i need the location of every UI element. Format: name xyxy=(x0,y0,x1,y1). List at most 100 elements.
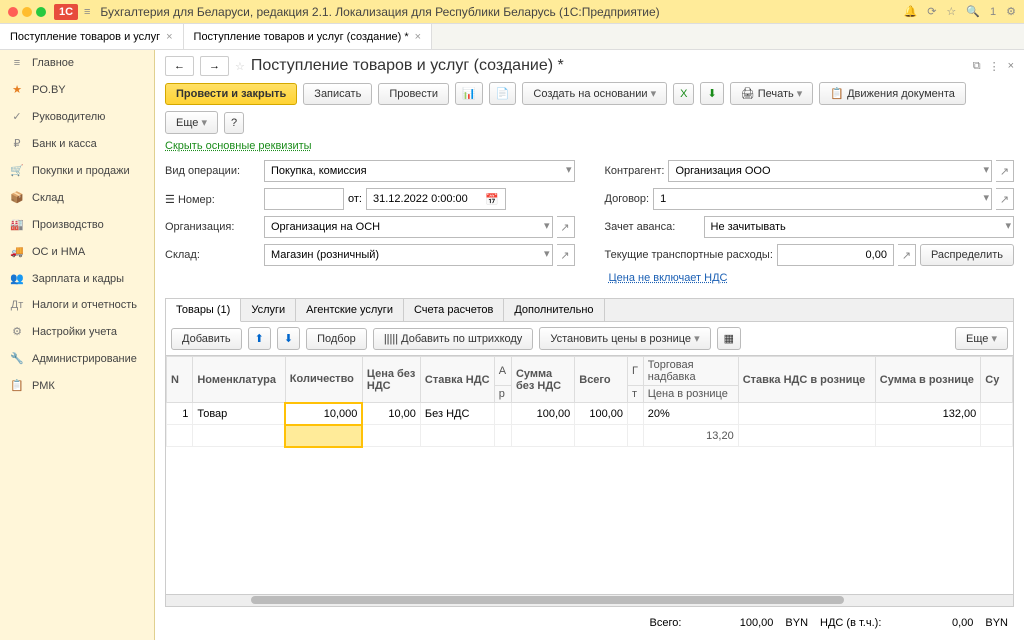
export-icon-button[interactable]: ⬇ xyxy=(700,82,723,105)
post-button[interactable]: Провести xyxy=(378,83,449,105)
nav-back[interactable]: ← xyxy=(165,56,194,76)
date-input[interactable]: 31.12.2022 0:00:00📅 xyxy=(366,188,506,210)
money-icon: ₽ xyxy=(10,137,24,150)
advance-select[interactable]: Не зачитывать▾ xyxy=(704,216,1015,238)
help-button[interactable]: ? xyxy=(224,112,244,134)
link-icon[interactable]: ⧉ xyxy=(973,60,981,73)
add-row-button[interactable]: Добавить xyxy=(171,328,242,350)
favorite-icon[interactable]: ☆ xyxy=(235,60,245,73)
row-up-button[interactable]: ⬆ xyxy=(248,327,271,350)
horizontal-scrollbar[interactable] xyxy=(165,595,1014,607)
table-row[interactable]: 1 Товар 10,000 10,00 Без НДС 100,00 100,… xyxy=(167,403,1013,425)
tab-label: Поступление товаров и услуг xyxy=(10,31,160,43)
sidebar-item-sales[interactable]: 🛒Покупки и продажи xyxy=(0,157,154,184)
traffic-max[interactable] xyxy=(36,7,46,17)
num-input[interactable] xyxy=(264,188,344,210)
hide-main-link[interactable]: Скрыть основные реквизиты xyxy=(165,140,312,152)
sidebar-item-production[interactable]: 🏭Производство xyxy=(0,211,154,238)
star-icon[interactable]: ☆ xyxy=(946,5,956,18)
traffic-close[interactable] xyxy=(8,7,18,17)
print-button[interactable]: 🖨 Печать xyxy=(730,82,814,105)
sidebar-item-bank[interactable]: ₽Банк и касса xyxy=(0,130,154,157)
contract-select[interactable]: 1▾ xyxy=(653,188,992,210)
col-retail-vat[interactable]: Ставка НДС в рознице xyxy=(738,357,875,403)
tab-additional[interactable]: Дополнительно xyxy=(504,299,604,321)
total-curr: BYN xyxy=(785,617,808,629)
cols-button[interactable]: ▦ xyxy=(717,327,741,350)
traffic-min[interactable] xyxy=(22,7,32,17)
menu-icon[interactable]: ≡ xyxy=(84,6,90,18)
doc-tab-1[interactable]: Поступление товаров и услуг × xyxy=(0,24,184,49)
movements-button[interactable]: 📋 Движения документа xyxy=(819,82,966,105)
more-menu-icon[interactable]: ⋮ xyxy=(989,60,1000,73)
wh-select[interactable]: Магазин (розничный)▾ xyxy=(264,244,553,266)
tab-goods[interactable]: Товары (1) xyxy=(166,299,241,322)
write-button[interactable]: Записать xyxy=(303,83,372,105)
factory-icon: 🏭 xyxy=(10,218,24,231)
sidebar-item-poby[interactable]: ★PO.BY xyxy=(0,76,154,103)
qty-cell-editing[interactable]: 10,000 xyxy=(285,403,362,425)
more-button[interactable]: Еще xyxy=(165,111,218,134)
col-retail-sum[interactable]: Сумма в рознице xyxy=(875,357,980,403)
col-su[interactable]: Су xyxy=(981,357,1013,403)
nav-fwd[interactable]: → xyxy=(200,56,229,76)
col-item[interactable]: Номенклатура xyxy=(193,357,285,403)
distribute-button[interactable]: Распределить xyxy=(920,244,1014,266)
dkt-icon-button[interactable]: 📊 xyxy=(455,82,483,105)
sidebar-item-tax[interactable]: ДтНалоги и отчетность xyxy=(0,292,154,318)
total-label: Всего: xyxy=(650,617,682,629)
pick-button[interactable]: Подбор xyxy=(306,328,367,350)
settings-icon[interactable]: ⚙ xyxy=(1006,5,1016,18)
sidebar-item-rmk[interactable]: 📋РМК xyxy=(0,372,154,399)
retail-prices-button[interactable]: Установить цены в рознице xyxy=(539,327,710,350)
col-n[interactable]: N xyxy=(167,357,193,403)
table-row-sub[interactable]: 13,20 xyxy=(167,425,1013,447)
sidebar-item-manager[interactable]: ✓Руководителю xyxy=(0,103,154,130)
tab-services[interactable]: Услуги xyxy=(241,299,296,321)
op-select[interactable]: Покупка, комиссия▾ xyxy=(264,160,575,182)
excel-icon-button[interactable]: X xyxy=(673,83,694,105)
close-icon[interactable]: × xyxy=(166,31,172,43)
sidebar-item-assets[interactable]: 🚚ОС и НМА xyxy=(0,238,154,265)
tab-label: Поступление товаров и услуг (создание) * xyxy=(194,31,409,43)
doc-tab-2[interactable]: Поступление товаров и услуг (создание) *… xyxy=(184,24,433,49)
search-icon[interactable]: 🔍 xyxy=(966,5,980,18)
col-total[interactable]: Всего xyxy=(575,357,628,403)
price-vat-link[interactable]: Цена не включает НДС xyxy=(609,272,728,284)
row-down-button[interactable]: ⬇ xyxy=(277,327,300,350)
sidebar-item-payroll[interactable]: 👥Зарплата и кадры xyxy=(0,265,154,292)
table-more-button[interactable]: Еще xyxy=(955,327,1008,350)
post-close-button[interactable]: Провести и закрыть xyxy=(165,83,297,105)
open-org-icon[interactable]: ↗ xyxy=(557,216,575,238)
col-a[interactable]: А xyxy=(494,357,511,386)
open-contract-icon[interactable]: ↗ xyxy=(996,188,1014,210)
col-qty[interactable]: Количество xyxy=(285,357,362,403)
sidebar-item-settings[interactable]: ⚙Настройки учета xyxy=(0,318,154,345)
sidebar-item-main[interactable]: ≡Главное xyxy=(0,50,154,76)
doc-icon-button[interactable]: 📄 xyxy=(489,82,517,105)
calendar-icon[interactable]: 📅 xyxy=(485,193,499,206)
close-page-icon[interactable]: × xyxy=(1008,60,1014,73)
open-wh-icon[interactable]: ↗ xyxy=(557,244,575,266)
col-markup[interactable]: Торговая надбавка xyxy=(643,357,738,386)
sidebar-item-warehouse[interactable]: 📦Склад xyxy=(0,184,154,211)
history-icon[interactable]: ⟳ xyxy=(927,5,936,18)
list-icon: ☰ xyxy=(165,194,175,206)
tab-accounts[interactable]: Счета расчетов xyxy=(404,299,504,321)
bell-icon[interactable]: 🔔 xyxy=(904,5,918,18)
open-counterparty-icon[interactable]: ↗ xyxy=(996,160,1014,182)
counterparty-select[interactable]: Организация ООО▾ xyxy=(668,160,992,182)
op-label: Вид операции: xyxy=(165,165,260,177)
open-transport-icon[interactable]: ↗ xyxy=(898,244,916,266)
col-vat[interactable]: Ставка НДС xyxy=(420,357,494,403)
transport-input[interactable]: 0,00 xyxy=(777,244,894,266)
org-select[interactable]: Организация на ОСН▾ xyxy=(264,216,553,238)
tab-agent[interactable]: Агентские услуги xyxy=(296,299,404,321)
col-sum[interactable]: Сумма без НДС xyxy=(511,357,574,403)
col-g[interactable]: Г xyxy=(627,357,643,386)
barcode-button[interactable]: ||||| Добавить по штрихкоду xyxy=(373,328,534,350)
close-icon[interactable]: × xyxy=(415,31,421,43)
sidebar-item-admin[interactable]: 🔧Администрирование xyxy=(0,345,154,372)
col-price[interactable]: Цена без НДС xyxy=(362,357,420,403)
based-on-button[interactable]: Создать на основании xyxy=(522,82,667,105)
